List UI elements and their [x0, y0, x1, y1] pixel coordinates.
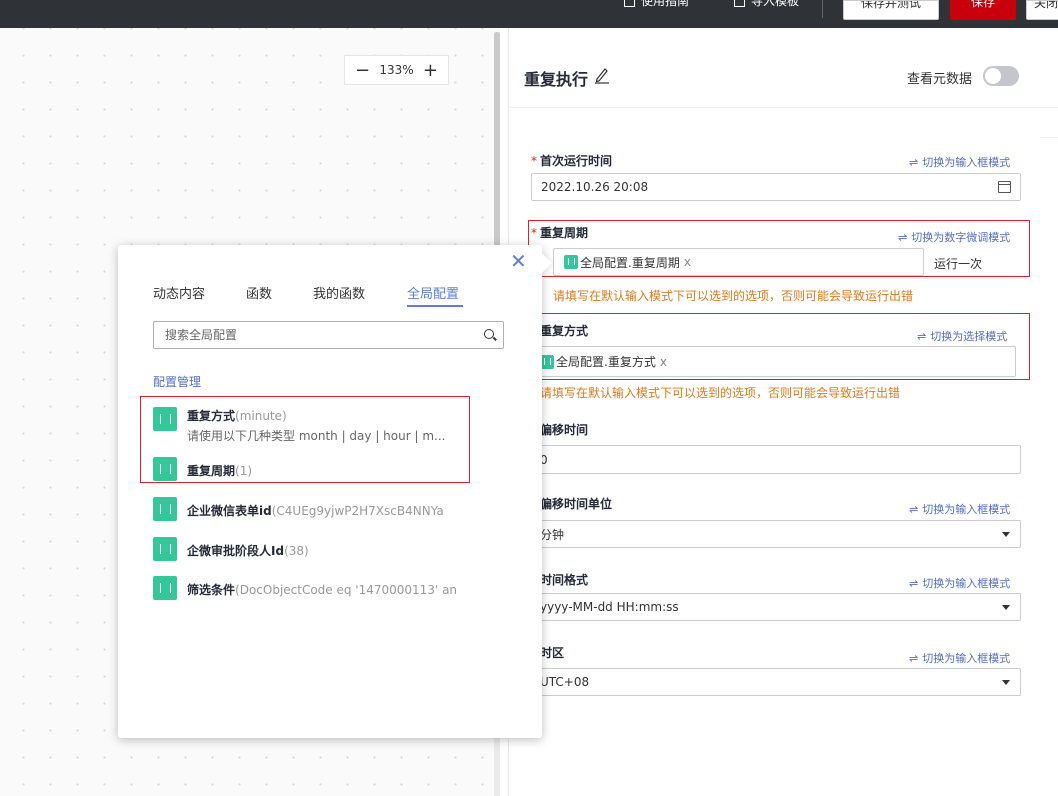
variable-icon: [153, 576, 177, 600]
import-template-link[interactable]: 导入模板: [734, 0, 799, 22]
offset-field[interactable]: 0: [540, 445, 1021, 474]
tab-dynamic-content[interactable]: 动态内容: [153, 283, 205, 302]
close-button[interactable]: 关闭: [1026, 0, 1058, 20]
first-run-switch-link[interactable]: ⇌ 切换为输入框模式: [909, 154, 1010, 170]
time-format-switch-link[interactable]: ⇌ 切换为输入框模式: [909, 575, 1010, 591]
list-item[interactable]: 企微审批阶段人Id(38): [153, 537, 309, 561]
active-tab-indicator: [407, 305, 463, 307]
first-run-label: * 首次运行时间: [531, 154, 613, 168]
tab-functions[interactable]: 函数: [246, 283, 272, 302]
config-manage-link[interactable]: 配置管理: [153, 373, 201, 390]
time-format-select[interactable]: yyyy-MM-dd HH:mm:ss: [540, 593, 1021, 621]
time-format-label: 时间格式: [540, 573, 589, 587]
save-and-test-button[interactable]: 保存并测试: [843, 0, 939, 20]
search-icon[interactable]: [484, 329, 494, 339]
list-item[interactable]: 筛选条件(DocObjectCode eq '1470000113' an: [153, 576, 457, 600]
variable-icon: [540, 354, 554, 369]
first-run-field[interactable]: 2022.10.26 20:08: [531, 173, 1021, 201]
global-config-search[interactable]: [153, 321, 504, 349]
close-icon[interactable]: ✕: [510, 251, 530, 271]
swap-icon: ⇌: [917, 330, 927, 343]
variable-icon: [153, 407, 177, 431]
chevron-down-icon: [1002, 680, 1010, 685]
guide-link[interactable]: 使用指南: [624, 0, 689, 22]
swap-icon: ⇌: [909, 156, 919, 169]
period-switch-link[interactable]: ⇌ 切换为数字微调模式: [898, 229, 1010, 245]
zoom-in-button[interactable]: +: [423, 60, 438, 81]
variable-icon: [153, 497, 177, 521]
timezone-switch-link[interactable]: ⇌ 切换为输入框模式: [909, 650, 1010, 666]
variable-icon: [153, 457, 177, 481]
offset-unit-select[interactable]: 分钟: [540, 520, 1021, 548]
variable-picker-popover: [118, 245, 542, 738]
timezone-label: 时区: [540, 646, 565, 660]
tab-my-functions[interactable]: 我的函数: [313, 283, 365, 302]
offset-unit-label: 偏移时间单位: [540, 497, 613, 511]
list-item[interactable]: 重复方式(minute) 请使用以下几种类型 month | day | hou…: [153, 407, 445, 444]
remove-chip-button[interactable]: x: [684, 255, 691, 269]
document-icon: [624, 0, 635, 7]
save-button[interactable]: 保存: [950, 0, 1016, 20]
zoom-level: 133%: [379, 63, 414, 77]
mode-label: 重复方式: [540, 324, 589, 338]
period-warning: 请填写在默认输入模式下可以选到的选项，否则可能会导致运行出错: [553, 289, 914, 303]
panel-divider: [1040, 137, 1058, 138]
run-once-label: 运行一次: [934, 257, 983, 271]
variable-icon: [153, 537, 177, 561]
search-input[interactable]: [165, 328, 465, 342]
chevron-down-icon: [1002, 605, 1010, 610]
toolbar-divider: [822, 0, 823, 18]
variable-icon: [564, 255, 578, 269]
panel-divider: [508, 107, 1058, 108]
calendar-icon[interactable]: [998, 181, 1011, 193]
swap-icon: ⇌: [909, 503, 919, 516]
timezone-select[interactable]: UTC+08: [540, 668, 1021, 696]
period-field[interactable]: 全局配置.重复周期 x: [553, 248, 924, 276]
swap-icon: ⇌: [898, 231, 908, 244]
zoom-control: − 133% +: [344, 55, 449, 85]
panel-title: 重复执行: [524, 70, 589, 89]
period-label: * 重复周期: [531, 226, 589, 240]
mode-switch-link[interactable]: ⇌ 切换为选择模式: [917, 328, 1007, 344]
view-metadata-label: 查看元数据: [907, 72, 973, 87]
tab-global-config[interactable]: 全局配置: [407, 283, 459, 302]
chevron-down-icon: [1002, 532, 1010, 537]
mode-warning: 请填写在默认输入模式下可以选到的选项，否则可能会导致运行出错: [540, 386, 901, 400]
zoom-out-button[interactable]: −: [355, 60, 370, 81]
remove-chip-button[interactable]: x: [660, 355, 667, 369]
offset-unit-switch-link[interactable]: ⇌ 切换为输入框模式: [909, 501, 1010, 517]
edit-icon[interactable]: [594, 66, 610, 84]
template-icon: [734, 0, 745, 7]
metadata-toggle[interactable]: [983, 66, 1019, 86]
list-item[interactable]: 企业微信表单id(C4UEg9yjwP2H7XscB4NNYa: [153, 497, 444, 521]
offset-label: 偏移时间: [540, 423, 589, 437]
swap-icon: ⇌: [909, 577, 919, 590]
top-toolbar: 使用指南 导入模板 保存并测试 保存 关闭: [0, 0, 1058, 28]
swap-icon: ⇌: [909, 652, 919, 665]
mode-field[interactable]: 全局配置.重复方式 x: [540, 346, 1016, 377]
list-item[interactable]: 重复周期(1): [153, 457, 252, 481]
